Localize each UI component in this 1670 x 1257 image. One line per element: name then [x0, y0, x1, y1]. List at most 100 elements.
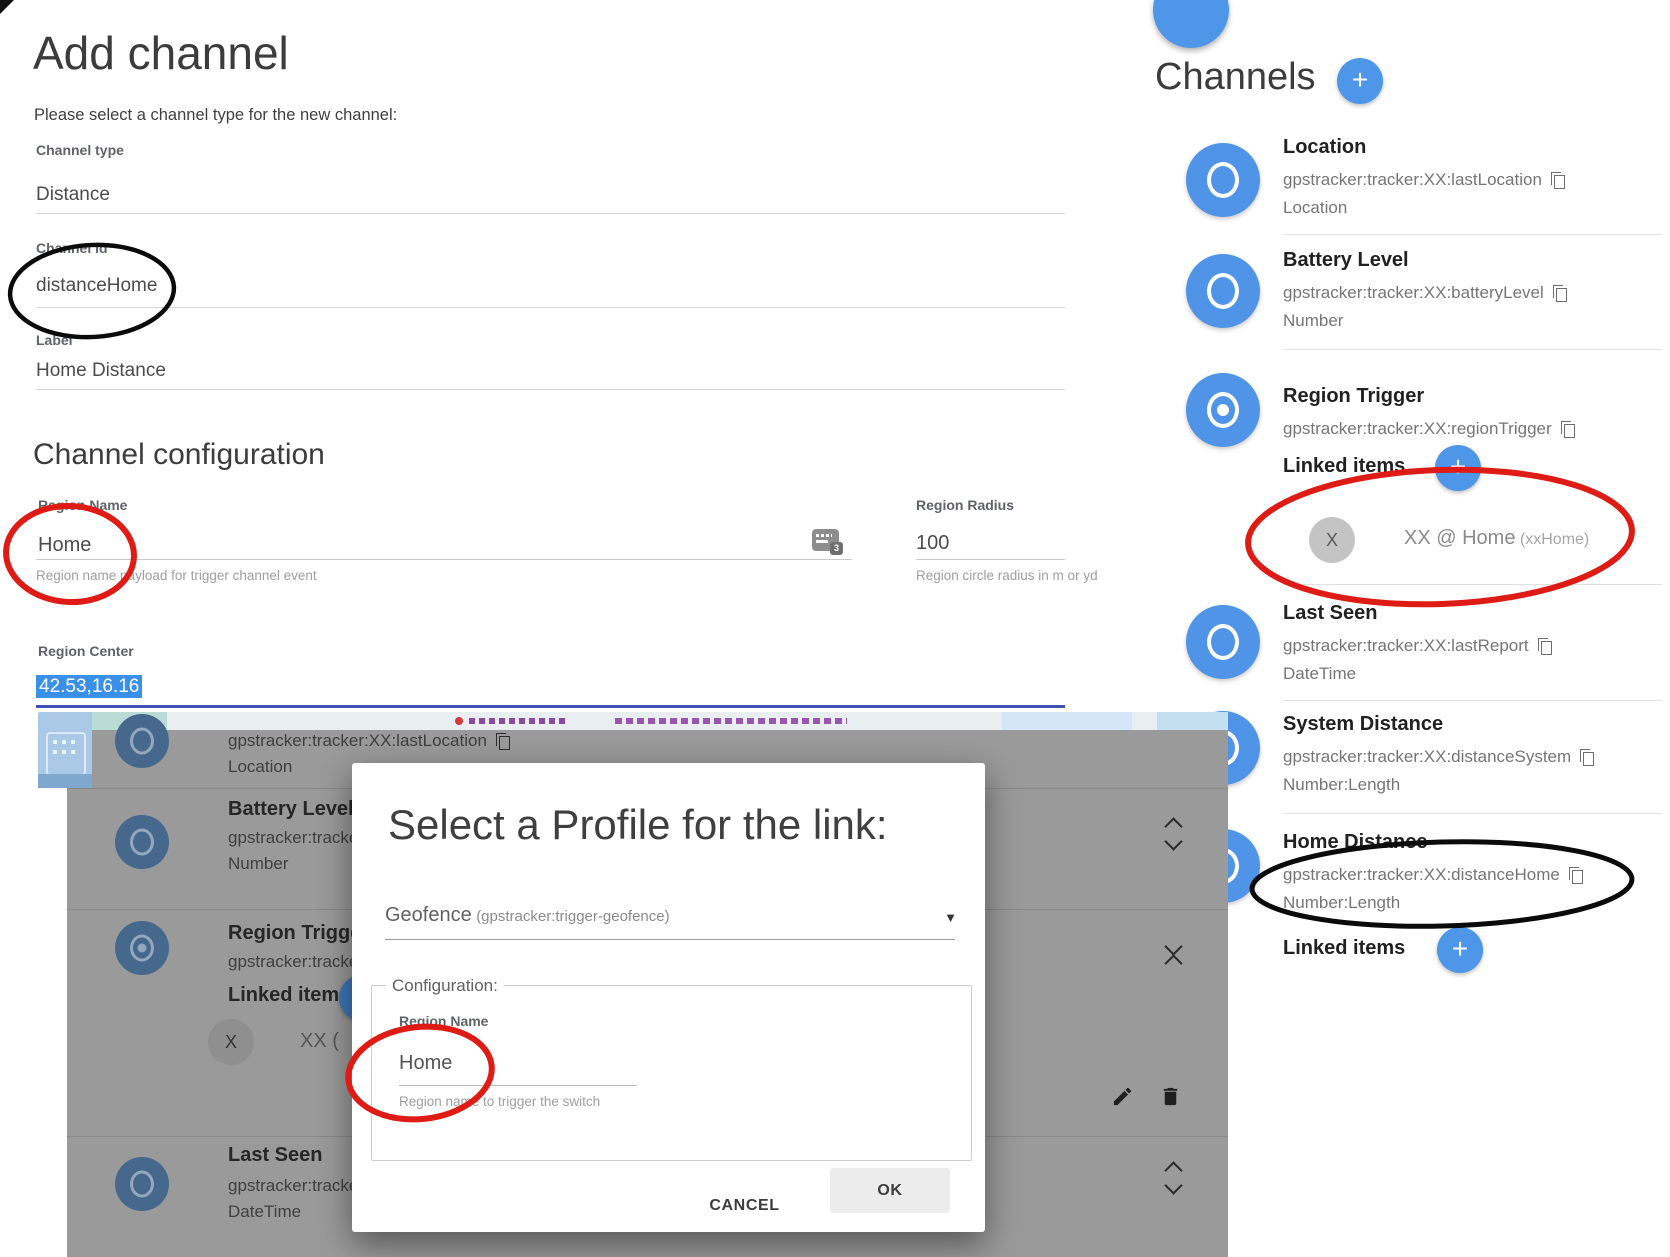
divider [1283, 349, 1662, 350]
corner-mark [0, 0, 14, 14]
channel-uid: gpstracker:tracker:XX:distanceHome [1283, 865, 1560, 885]
region-radius-underline [916, 559, 1065, 560]
channel-title: System Distance [1283, 713, 1443, 736]
channel-type: Number [1283, 311, 1343, 331]
copy-icon [496, 733, 511, 750]
channel-configuration-heading: Channel configuration [33, 438, 325, 472]
linked-item-label: XX @ Home [1404, 527, 1515, 549]
region-name-helper: Region name payload for trigger channel … [36, 568, 317, 583]
channel-icon-last-seen [1186, 605, 1260, 679]
copy-icon[interactable] [1569, 867, 1584, 884]
profile-select[interactable]: Geofence (gpstracker:trigger-geofence) [385, 904, 670, 927]
add-linked-item-button[interactable]: + [1437, 927, 1483, 973]
divider [36, 389, 1065, 390]
divider [1283, 584, 1662, 585]
linked-items-heading: Linked items [1283, 455, 1405, 478]
select-profile-dialog: Select a Profile for the link: Geofence … [352, 763, 985, 1232]
copy-icon[interactable] [1580, 749, 1595, 766]
region-radius-input[interactable]: 100 [916, 532, 949, 555]
collapse-icon[interactable] [1167, 940, 1180, 970]
dialog-region-name-helper: Region name to trigger the switch [399, 1094, 600, 1109]
channel-id-input[interactable]: distanceHome [36, 275, 157, 297]
scrolled-channel-icon [1153, 0, 1229, 48]
configuration-fieldset: Configuration: Region Name Home Region n… [371, 985, 972, 1161]
dim-channel-icon-region-trigger [115, 921, 169, 975]
divider [1283, 813, 1662, 814]
channel-title: Last Seen [1283, 602, 1377, 625]
copy-icon[interactable] [1551, 172, 1566, 189]
delete-icon[interactable] [1159, 1085, 1182, 1113]
divider [1283, 700, 1662, 701]
dim-linked-item-label: XX ( [300, 1030, 339, 1053]
region-center-label: Region Center [38, 643, 134, 659]
region-name-underline [36, 559, 852, 560]
dim-channel-type: Location [228, 757, 292, 777]
channel-type-value[interactable]: Distance [36, 184, 110, 206]
region-center-input[interactable]: 42.53,16.16 [36, 675, 142, 698]
copy-icon[interactable] [1538, 638, 1553, 655]
dim-channel-title: Battery Level [228, 798, 354, 821]
map-thumbnail [38, 712, 92, 788]
divider [1283, 234, 1662, 235]
region-name-label: Region Name [38, 497, 127, 513]
page-subtitle: Please select a channel type for the new… [34, 106, 397, 125]
dialog-title: Select a Profile for the link: [388, 801, 888, 849]
channel-uid: gpstracker:tracker:XX:batteryLevel [1283, 283, 1544, 303]
channels-heading: Channels [1155, 56, 1316, 99]
unfold-icon[interactable] [1167, 1164, 1180, 1192]
channel-type: DateTime [1283, 664, 1356, 684]
channel-icon-battery [1186, 254, 1260, 328]
divider [36, 307, 1065, 308]
channel-type-label: Channel type [36, 142, 124, 158]
dim-channel-type: Number [228, 854, 288, 874]
channel-title: Battery Level [1283, 249, 1409, 272]
dim-channel-title: Region Trigger [228, 922, 369, 945]
add-linked-item-button[interactable]: + [1435, 445, 1481, 491]
unfold-icon[interactable] [1167, 820, 1180, 848]
channel-title: Region Trigger [1283, 385, 1424, 408]
divider [36, 213, 1065, 214]
channel-uid: gpstracker:tracker:XX:lastReport [1283, 636, 1529, 656]
channel-type: Number:Length [1283, 775, 1400, 795]
channel-uid: gpstracker:tracker:XX:distanceSystem [1283, 747, 1571, 767]
profile-select-detail: (gpstracker:trigger-geofence) [476, 908, 669, 925]
copy-icon[interactable] [1553, 285, 1568, 302]
dim-channel-type: DateTime [228, 1202, 301, 1222]
circle-icon [1207, 162, 1239, 198]
chevron-down-icon[interactable]: ▼ [944, 910, 957, 925]
dim-channel-title: Last Seen [228, 1144, 322, 1167]
region-name-input[interactable]: Home [38, 534, 91, 557]
edit-icon[interactable] [1111, 1085, 1134, 1113]
radio-dot-icon [1217, 404, 1229, 416]
linked-item-suffix: (xxHome) [1520, 531, 1589, 548]
channel-title: Location [1283, 136, 1366, 159]
label-field-label: Label [36, 332, 73, 348]
channel-title: Home Distance [1283, 831, 1428, 854]
configuration-legend: Configuration: [386, 976, 504, 996]
region-radius-label: Region Radius [916, 497, 1014, 513]
region-radius-helper: Region circle radius in m or yd [916, 568, 1098, 583]
copy-icon[interactable] [1561, 421, 1576, 438]
add-channel-button[interactable]: + [1337, 58, 1383, 104]
page-title: Add channel [33, 26, 289, 80]
dim-channel-icon-last-seen [115, 1157, 169, 1211]
circle-icon [1207, 624, 1239, 660]
dim-linked-item-avatar: X [208, 1019, 254, 1065]
map-strip [67, 712, 1228, 730]
channel-uid: gpstracker:tracker:XX:regionTrigger [1283, 419, 1552, 439]
dim-channel-icon-location [115, 714, 169, 768]
linked-item-row[interactable]: XX @ Home (xxHome) [1404, 527, 1589, 550]
channel-type: Number:Length [1283, 893, 1400, 913]
dialog-region-name-label: Region Name [399, 1013, 488, 1029]
channel-uid: gpstracker:tracker:XX:lastLocation [1283, 170, 1542, 190]
dim-channel-icon-battery [115, 815, 169, 869]
cancel-button[interactable]: CANCEL [682, 1183, 807, 1228]
select-underline [385, 939, 955, 940]
dialog-region-name-input[interactable]: Home [399, 1052, 452, 1075]
linked-items-heading: Linked items [1283, 937, 1405, 960]
dim-linked-items-heading: Linked items [228, 984, 350, 1007]
label-field-input[interactable]: Home Distance [36, 360, 166, 382]
channel-id-label: Channel Id [36, 240, 108, 256]
ok-button[interactable]: OK [830, 1168, 950, 1213]
keyboard-extension-icon[interactable]: 3 [812, 529, 839, 551]
